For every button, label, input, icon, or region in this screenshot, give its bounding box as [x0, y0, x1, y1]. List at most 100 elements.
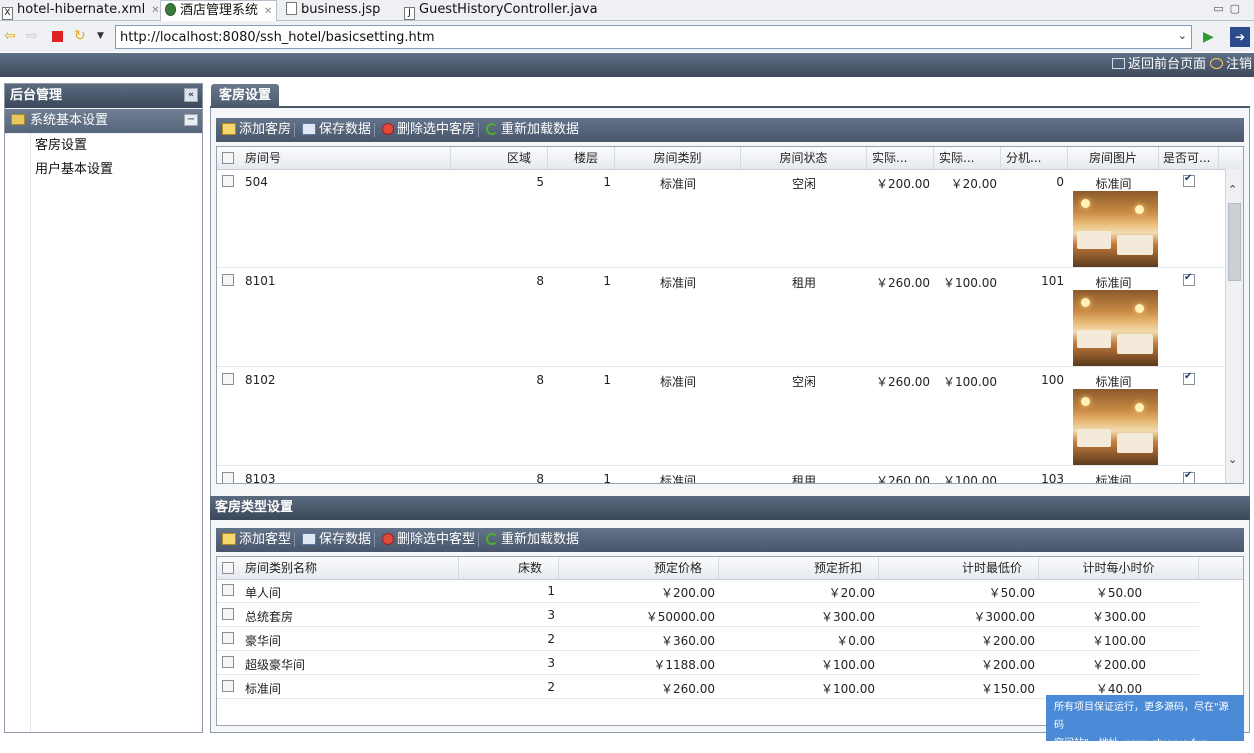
table-row[interactable]: 总统套房 3 ￥50000.00 ￥300.00 ￥3000.00 ￥300.00 — [217, 603, 1199, 627]
table-cell-no: 8102 — [245, 373, 276, 387]
rooms-scrollbar[interactable]: ⌃ ⌄ — [1225, 169, 1243, 483]
delete-rooms-button[interactable]: 删除选中客房 — [382, 118, 475, 142]
col-header[interactable]: 预定价格 — [559, 557, 719, 579]
table-cell-hourly: ￥300.00 — [1092, 610, 1146, 624]
row-select-checkbox[interactable] — [222, 656, 234, 668]
delete-types-button[interactable]: 删除选中客型 — [382, 528, 475, 552]
table-cell-price: ￥50000.00 — [645, 610, 715, 624]
go-icon[interactable]: ▶ — [1203, 29, 1214, 45]
chevron-down-icon[interactable]: ⌄ — [1178, 29, 1187, 42]
col-header[interactable]: 区域 — [451, 147, 548, 169]
sidebar-item-user-settings[interactable]: 用户基本设置 — [5, 158, 202, 182]
add-room-type-button[interactable]: 添加客型 — [222, 528, 291, 552]
editor-tab-business-jsp[interactable]: business.jsp — [286, 0, 380, 20]
sidebar-item-room-settings[interactable]: 客房设置 — [5, 134, 202, 158]
url-bar[interactable]: ⌄ — [115, 25, 1192, 49]
logout-link[interactable]: 注销 — [1210, 56, 1252, 73]
table-row[interactable]: 504 5 1 标准间 空闲 ￥200.00 ￥20.00 0 标准间 — [217, 169, 1225, 268]
col-header[interactable]: 房间类别名称 — [239, 557, 459, 579]
table-cell-price: ￥200.00 — [876, 177, 930, 191]
reload-rooms-button[interactable]: 重新加载数据 — [486, 118, 579, 142]
col-header[interactable]: 房间类别 — [615, 147, 741, 169]
table-row[interactable]: 超级豪华间 3 ￥1188.00 ￥100.00 ￥200.00 ￥200.00 — [217, 651, 1199, 675]
select-all-checkbox[interactable] — [222, 562, 234, 574]
room-photo — [1073, 389, 1158, 465]
table-cell-no: 8103 — [245, 472, 276, 484]
forward-icon[interactable]: ⇨ — [26, 29, 38, 43]
save-rooms-button[interactable]: 保存数据 — [302, 118, 371, 142]
col-header[interactable]: 是否可... — [1159, 147, 1219, 169]
close-icon[interactable]: ✕ — [151, 5, 159, 16]
col-header[interactable]: 房间号 — [239, 147, 451, 169]
row-select-checkbox[interactable] — [222, 373, 234, 385]
col-header[interactable]: 计时每小时价 — [1039, 557, 1199, 579]
globe-icon — [165, 3, 176, 16]
table-row[interactable]: 8103 8 1 标准间 租用 ￥260.00 ￥100.00 103 标准间 — [217, 466, 1225, 484]
table-row[interactable]: 8101 8 1 标准间 租用 ￥260.00 ￥100.00 101 标准间 — [217, 268, 1225, 367]
editor-tab-hotel-system[interactable]: 酒店管理系统 ✕ — [160, 0, 278, 21]
row-select-checkbox[interactable] — [222, 680, 234, 692]
available-checkbox[interactable] — [1183, 371, 1195, 385]
sidebar-group-system[interactable]: 系统基本设置 − — [5, 109, 202, 133]
row-select-checkbox[interactable] — [222, 274, 234, 286]
row-select-checkbox[interactable] — [222, 608, 234, 620]
tab-room-settings[interactable]: 客房设置 — [211, 84, 279, 108]
room-photo — [1073, 290, 1158, 366]
col-header[interactable]: 计时最低价 — [879, 557, 1039, 579]
table-cell-price: ￥260.00 — [876, 474, 930, 484]
stop-icon[interactable] — [52, 31, 63, 42]
window-controls[interactable]: ▭▢ — [1213, 2, 1246, 15]
add-room-button[interactable]: 添加客房 — [222, 118, 291, 142]
row-select-checkbox[interactable] — [222, 584, 234, 596]
table-cell-discount: ￥300.00 — [821, 610, 875, 624]
table-row[interactable]: 豪华间 2 ￥360.00 ￥0.00 ￥200.00 ￥100.00 — [217, 627, 1199, 651]
table-cell-beds: 2 — [547, 680, 555, 694]
rooms-grid: 房间号 区域 楼层 房间类别 房间状态 实际... 实际... 分机... 房间… — [216, 146, 1244, 484]
collapse-icon[interactable]: « — [184, 88, 198, 102]
reload-types-button[interactable]: 重新加载数据 — [486, 528, 579, 552]
row-select-checkbox[interactable] — [222, 472, 234, 483]
editor-tab-hotel-hibernate[interactable]: Xhotel-hibernate.xml ✕ — [2, 0, 160, 20]
refresh-icon[interactable]: ↻ — [74, 29, 86, 43]
scroll-thumb[interactable] — [1228, 203, 1241, 281]
table-cell-min: ￥50.00 — [988, 586, 1035, 600]
row-select-checkbox[interactable] — [222, 175, 234, 187]
reload-icon — [486, 533, 498, 545]
table-cell-discount: ￥100.00 — [821, 682, 875, 696]
available-checkbox[interactable] — [1183, 470, 1195, 483]
available-checkbox[interactable] — [1183, 272, 1195, 286]
save-types-button[interactable]: 保存数据 — [302, 528, 371, 552]
select-all-checkbox[interactable] — [222, 152, 234, 164]
row-select-checkbox[interactable] — [222, 632, 234, 644]
table-cell-no: 504 — [245, 175, 268, 189]
table-cell-name: 单人间 — [245, 586, 282, 600]
table-cell-discount: ￥20.00 — [828, 586, 875, 600]
table-row[interactable]: 8102 8 1 标准间 空闲 ￥260.00 ￥100.00 100 标准间 — [217, 367, 1225, 466]
history-dropdown-icon[interactable]: ▼ — [97, 31, 104, 41]
col-header[interactable]: 分机... — [1001, 147, 1068, 169]
col-header[interactable]: 实际... — [934, 147, 1001, 169]
url-input[interactable] — [120, 27, 1160, 47]
close-icon[interactable]: ✕ — [264, 6, 272, 17]
table-cell-ext: 103 — [1041, 472, 1064, 484]
col-header[interactable]: 床数 — [459, 557, 559, 579]
delete-icon — [382, 123, 394, 135]
back-icon[interactable]: ⇦ — [4, 29, 16, 43]
scroll-down-icon[interactable]: ⌄ — [1228, 453, 1237, 466]
table-cell-status: 租用 — [791, 474, 816, 484]
table-row[interactable]: 单人间 1 ￥200.00 ￥20.00 ￥50.00 ￥50.00 — [217, 579, 1199, 603]
col-header[interactable]: 房间状态 — [741, 147, 867, 169]
minus-icon[interactable]: − — [184, 114, 198, 126]
table-cell-beds: 3 — [547, 656, 555, 670]
editor-tab-guest-history-controller[interactable]: J GuestHistoryController.java — [404, 0, 598, 20]
col-header[interactable]: 楼层 — [548, 147, 615, 169]
available-checkbox[interactable] — [1183, 173, 1195, 187]
java-file-icon: J — [404, 7, 415, 20]
col-header[interactable]: 房间图片 — [1068, 147, 1159, 169]
scroll-up-icon[interactable]: ⌃ — [1228, 183, 1237, 196]
open-external-icon[interactable]: ➔ — [1230, 27, 1250, 47]
table-cell-min: ￥200.00 — [981, 634, 1035, 648]
col-header[interactable]: 实际... — [867, 147, 934, 169]
col-header[interactable]: 预定折扣 — [719, 557, 879, 579]
return-front-link[interactable]: 返回前台页面 — [1112, 56, 1206, 73]
